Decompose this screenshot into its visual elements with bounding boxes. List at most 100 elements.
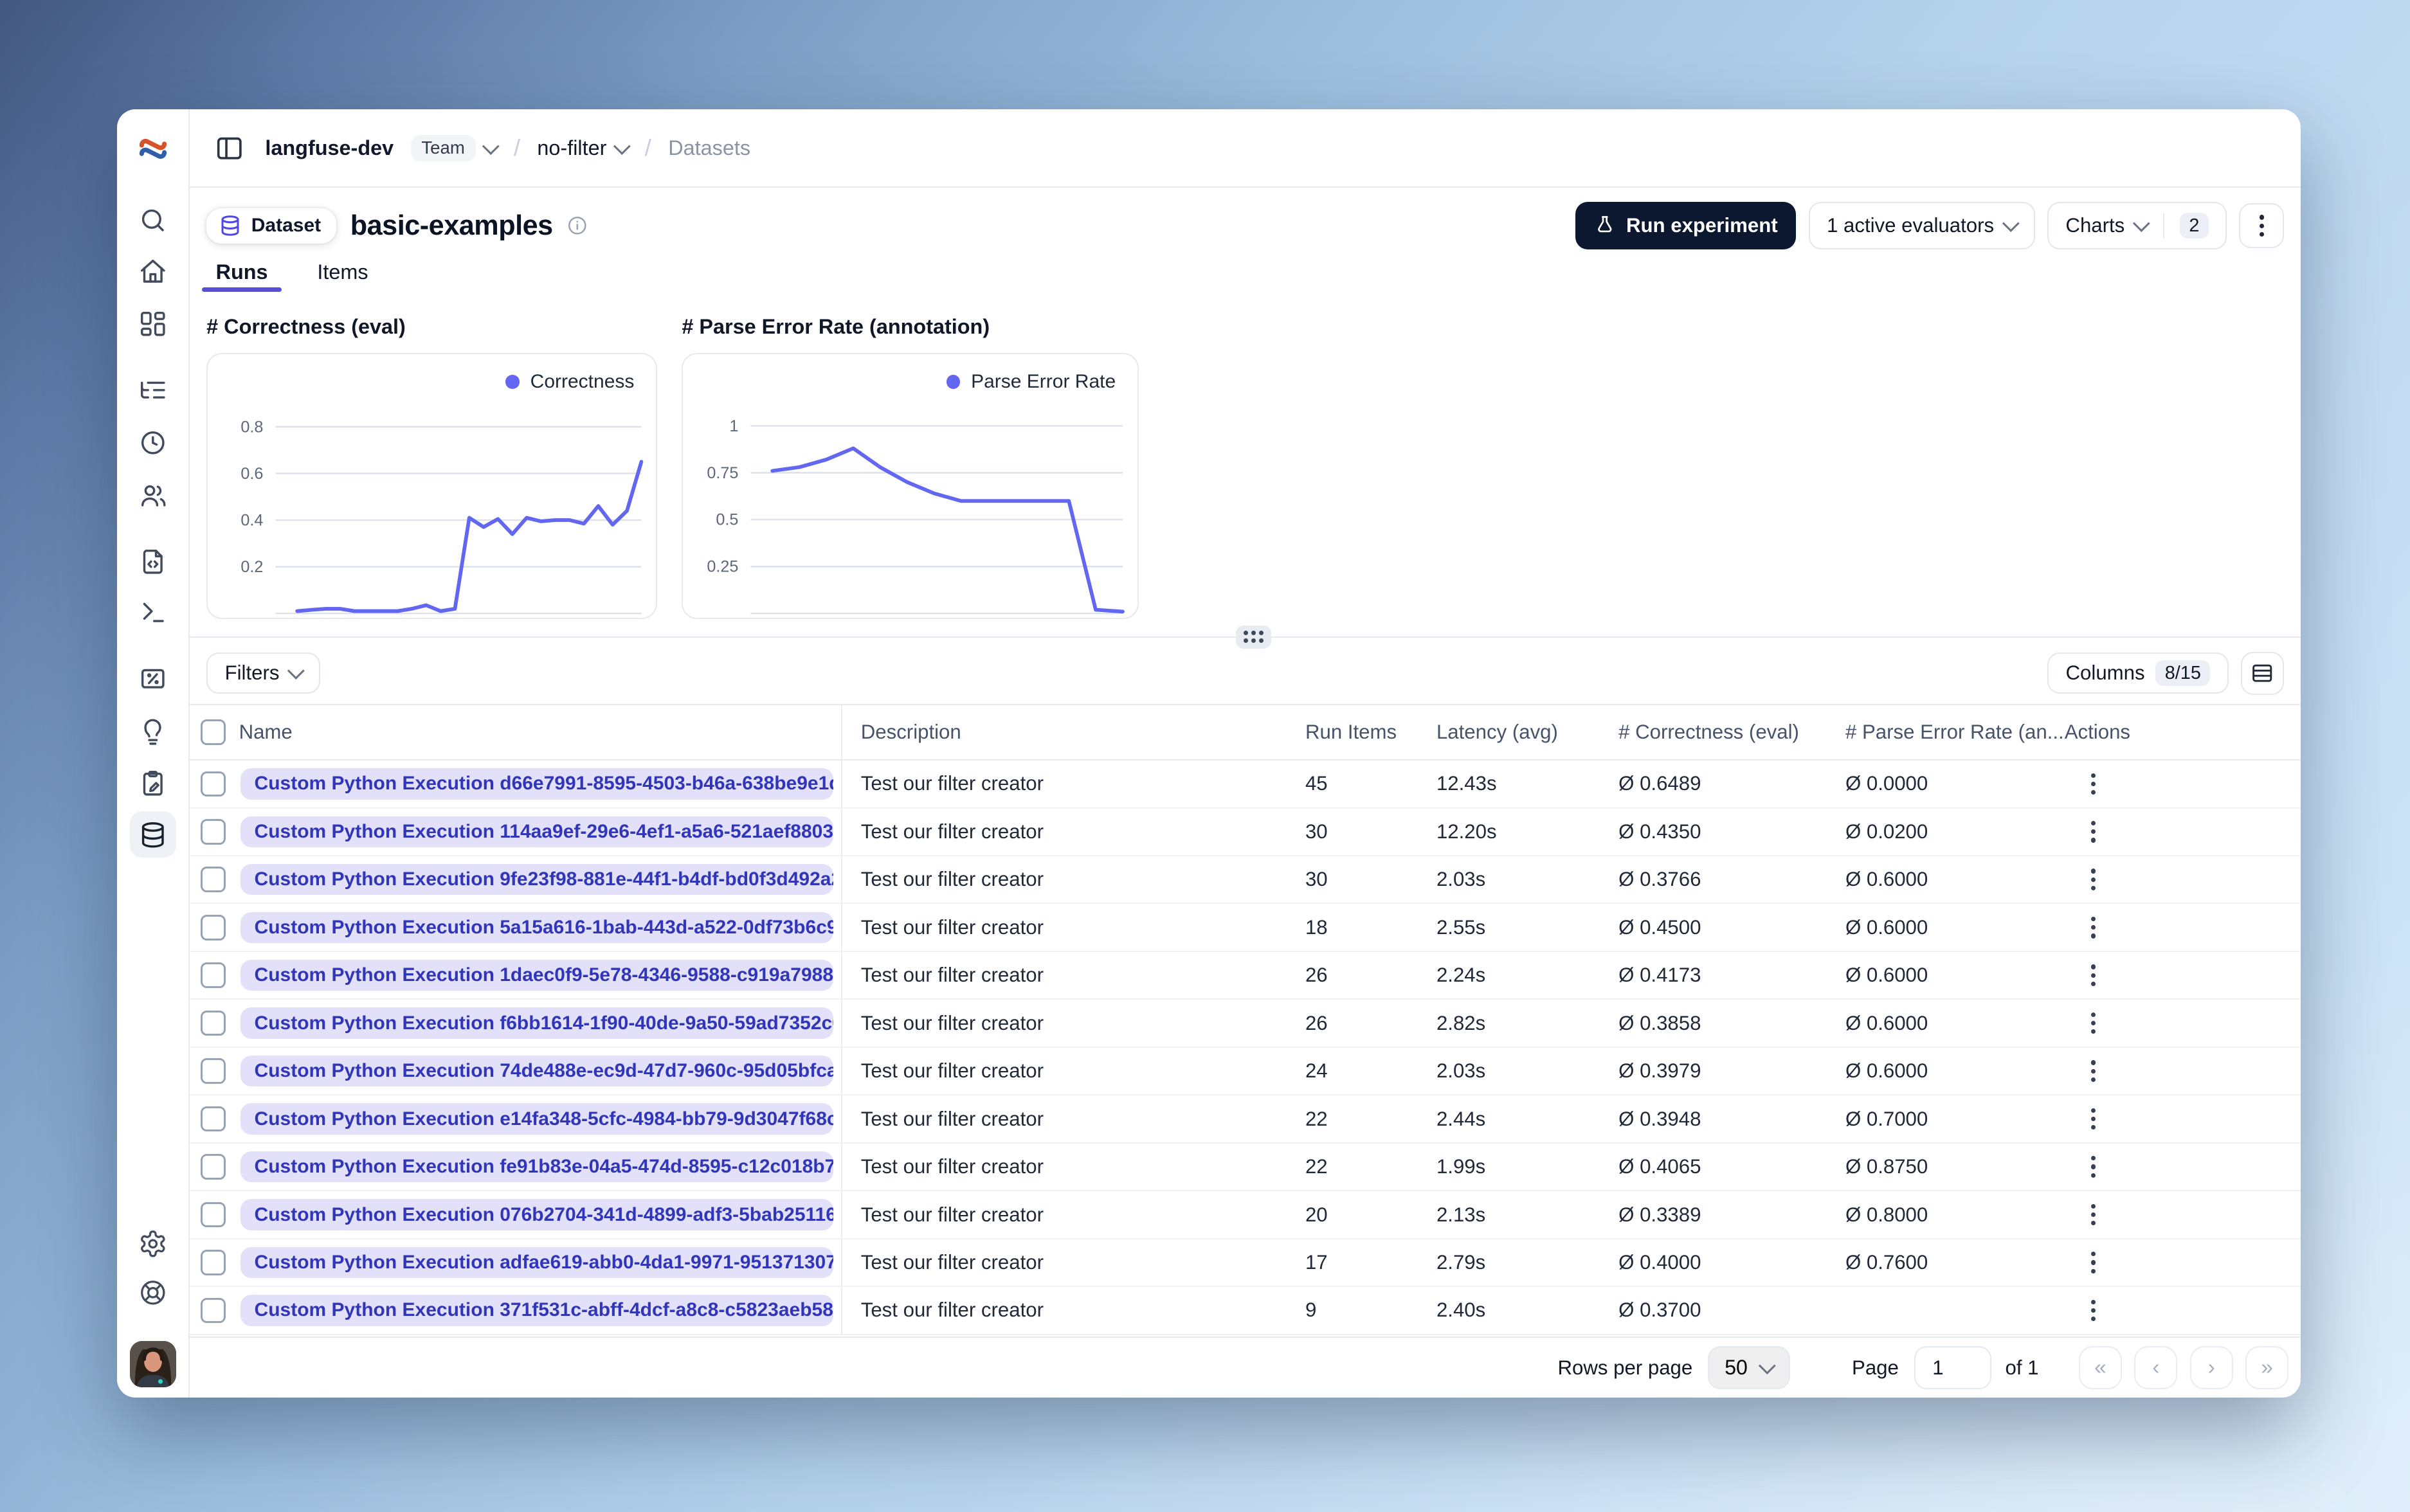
page-number-input[interactable]: [1914, 1346, 1991, 1390]
run-name-link[interactable]: Custom Python Execution 5a15a616-1bab-44…: [240, 912, 833, 943]
run-name-link[interactable]: Custom Python Execution f6bb1614-1f90-40…: [240, 1007, 833, 1039]
home-icon[interactable]: [130, 248, 176, 294]
run-name-link[interactable]: Custom Python Execution 74de488e-ec9d-47…: [240, 1055, 833, 1087]
run-name-link[interactable]: Custom Python Execution 076b2704-341d-48…: [240, 1199, 833, 1230]
scores-percent-card-icon[interactable]: [130, 656, 176, 702]
run-name-link[interactable]: Custom Python Execution 114aa9ef-29e6-4e…: [240, 816, 833, 847]
datasets-database-icon[interactable]: [129, 811, 176, 858]
row-checkbox[interactable]: [200, 1010, 226, 1036]
row-checkbox[interactable]: [200, 1202, 226, 1228]
row-checkbox[interactable]: [200, 1154, 226, 1180]
columns-button[interactable]: Columns 8/15: [2047, 652, 2229, 694]
row-checkbox[interactable]: [200, 1106, 226, 1132]
row-actions-kebab[interactable]: [2085, 815, 2101, 849]
table-row[interactable]: Custom Python Execution 114aa9ef-29e6-4e…: [189, 808, 2301, 857]
row-height-button[interactable]: [2240, 651, 2284, 695]
table-row[interactable]: Custom Python Execution 371f531c-abff-4d…: [189, 1287, 2301, 1335]
breadcrumb-project-switcher[interactable]: Team: [408, 134, 500, 162]
tab-runs[interactable]: Runs: [202, 259, 282, 293]
row-actions-kebab[interactable]: [2085, 1246, 2101, 1280]
panel-resize-handle[interactable]: [1235, 625, 1272, 649]
run-name-link[interactable]: Custom Python Execution 1daec0f9-5e78-43…: [240, 960, 833, 991]
run-name-link[interactable]: Custom Python Execution 371f531c-abff-4d…: [240, 1295, 833, 1326]
title-row: Dataset basic-examples Run experiment 1 …: [190, 188, 2301, 250]
row-checkbox[interactable]: [200, 914, 226, 941]
sidebar-toggle-icon[interactable]: [208, 127, 251, 170]
breadcrumb-section[interactable]: Datasets: [668, 136, 750, 160]
table-row[interactable]: Custom Python Execution adfae619-abb0-4d…: [189, 1239, 2301, 1288]
row-actions-kebab[interactable]: [2085, 1293, 2101, 1328]
row-checkbox[interactable]: [200, 1250, 226, 1275]
active-evaluators-button[interactable]: 1 active evaluators: [1808, 201, 2035, 250]
run-name-link[interactable]: Custom Python Execution adfae619-abb0-4d…: [240, 1246, 833, 1279]
rows-per-page-select[interactable]: 50: [1708, 1346, 1791, 1390]
playground-terminal-icon[interactable]: [130, 590, 176, 636]
more-actions-kebab-button[interactable]: [2239, 203, 2284, 248]
annotation-clipboard-icon[interactable]: [130, 760, 176, 807]
row-checkbox[interactable]: [200, 867, 226, 893]
evals-lightbulb-icon[interactable]: [130, 710, 176, 756]
column-header-run-items[interactable]: Run Items: [1305, 705, 1436, 759]
prompts-file-code-icon[interactable]: [130, 539, 176, 585]
charts-button[interactable]: Charts 2: [2047, 201, 2227, 250]
column-header-description[interactable]: Description: [842, 705, 1305, 759]
next-page-button[interactable]: ›: [2189, 1346, 2233, 1390]
table-row[interactable]: Custom Python Execution d66e7991-8595-45…: [189, 760, 2301, 809]
column-header-latency[interactable]: Latency (avg): [1436, 705, 1618, 759]
run-name-link[interactable]: Custom Python Execution d66e7991-8595-45…: [240, 768, 833, 800]
search-icon[interactable]: [130, 197, 176, 244]
row-actions-kebab[interactable]: [2085, 1102, 2101, 1136]
row-checkbox[interactable]: [200, 962, 226, 988]
row-checkbox[interactable]: [200, 1297, 226, 1324]
dashboard-icon[interactable]: [130, 301, 176, 347]
info-icon[interactable]: [566, 215, 588, 237]
tab-items[interactable]: Items: [308, 259, 377, 291]
row-actions-kebab[interactable]: [2085, 767, 2101, 801]
table-row[interactable]: Custom Python Execution 5a15a616-1bab-44…: [189, 904, 2301, 952]
row-actions-kebab[interactable]: [2085, 1006, 2101, 1040]
user-avatar[interactable]: [129, 1340, 176, 1387]
run-name-link[interactable]: Custom Python Execution 9fe23f98-881e-44…: [240, 864, 833, 896]
chart-title: # Parse Error Rate (annotation): [682, 315, 990, 339]
last-page-button[interactable]: »: [2245, 1346, 2289, 1390]
rows-per-page-label: Rows per page: [1557, 1356, 1693, 1379]
run-correctness-value: Ø 0.3858: [1618, 1011, 1701, 1034]
support-lifebuoy-icon[interactable]: [130, 1270, 176, 1316]
users-icon[interactable]: [130, 472, 176, 518]
row-checkbox[interactable]: [200, 1058, 226, 1084]
tracing-tree-icon[interactable]: [130, 367, 176, 413]
breadcrumb-environment[interactable]: no-filter: [537, 136, 631, 160]
previous-page-button[interactable]: ‹: [2134, 1346, 2178, 1390]
table-row[interactable]: Custom Python Execution 076b2704-341d-48…: [189, 1191, 2301, 1239]
first-page-button[interactable]: «: [2078, 1346, 2123, 1390]
column-header-parse-error-rate[interactable]: # Parse Error Rate (an...: [1845, 705, 2065, 759]
column-header-correctness[interactable]: # Correctness (eval): [1618, 705, 1845, 759]
table-row[interactable]: Custom Python Execution e14fa348-5cfc-49…: [189, 1095, 2301, 1144]
table-row[interactable]: Custom Python Execution 1daec0f9-5e78-43…: [189, 951, 2301, 1000]
top-navigation-bar: langfuse-dev Team / no-filter / Datasets: [189, 109, 2301, 188]
filters-button[interactable]: Filters: [206, 652, 321, 694]
column-header-name[interactable]: Name: [239, 705, 842, 760]
breadcrumb-project[interactable]: langfuse-dev: [265, 136, 394, 160]
row-actions-kebab[interactable]: [2085, 959, 2101, 993]
row-checkbox[interactable]: [200, 771, 226, 797]
run-experiment-button[interactable]: Run experiment: [1575, 201, 1797, 250]
row-actions-kebab[interactable]: [2085, 1198, 2101, 1232]
row-actions-kebab[interactable]: [2085, 910, 2101, 944]
table-row[interactable]: Custom Python Execution 74de488e-ec9d-47…: [189, 1047, 2301, 1096]
chevron-down-icon: [2002, 215, 2020, 232]
select-all-checkbox[interactable]: [200, 719, 226, 745]
run-name-link[interactable]: Custom Python Execution fe91b83e-04a5-47…: [240, 1151, 833, 1183]
run-parse-error-rate-value: Ø 0.8000: [1845, 1203, 1928, 1226]
table-row[interactable]: Custom Python Execution fe91b83e-04a5-47…: [189, 1143, 2301, 1192]
row-actions-kebab[interactable]: [2085, 1054, 2101, 1088]
table-row[interactable]: Custom Python Execution 9fe23f98-881e-44…: [189, 856, 2301, 905]
run-name-link[interactable]: Custom Python Execution e14fa348-5cfc-49…: [240, 1103, 833, 1135]
svg-text:0.4: 0.4: [241, 511, 264, 529]
settings-gear-icon[interactable]: [130, 1220, 176, 1266]
row-checkbox[interactable]: [200, 818, 226, 845]
row-actions-kebab[interactable]: [2085, 1150, 2101, 1184]
table-row[interactable]: Custom Python Execution f6bb1614-1f90-40…: [189, 1000, 2301, 1048]
row-actions-kebab[interactable]: [2085, 863, 2101, 897]
sessions-clock-icon[interactable]: [130, 420, 176, 466]
